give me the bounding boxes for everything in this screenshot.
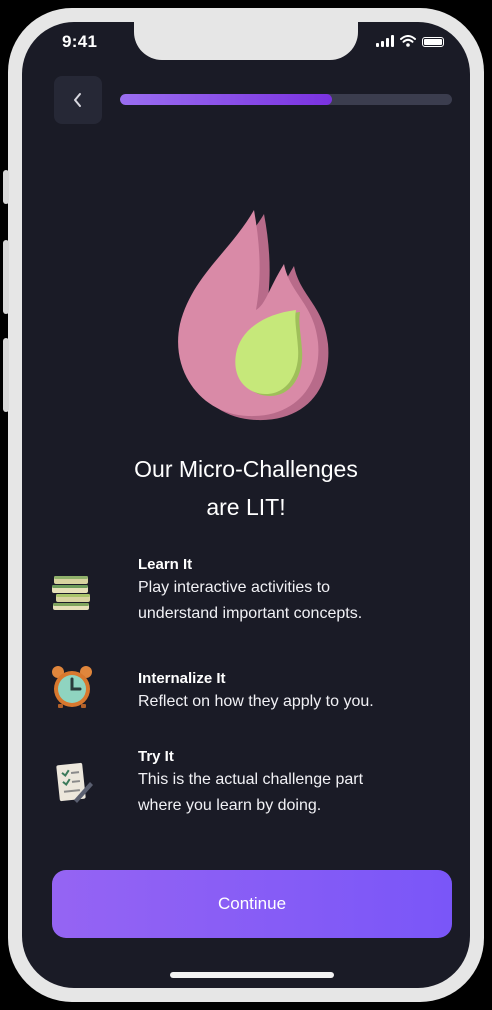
feature-title: Try It xyxy=(138,748,174,765)
battery-icon xyxy=(422,37,444,47)
feature-description-line-1: Reflect on how they apply to you. xyxy=(138,693,374,710)
wifi-icon xyxy=(400,35,416,47)
signal-icon xyxy=(376,35,394,47)
flame-icon xyxy=(178,210,329,421)
status-icons xyxy=(376,35,444,47)
home-indicator xyxy=(170,972,334,978)
continue-button[interactable]: Continue xyxy=(52,870,452,938)
notch xyxy=(134,22,358,60)
feature-description-line-1: Play interactive activities to xyxy=(138,579,331,596)
books-icon xyxy=(52,576,90,610)
title-line-2: are LIT! xyxy=(206,494,286,520)
checklist-icon xyxy=(56,762,93,803)
side-button-volume-up xyxy=(3,240,9,314)
feature-try-it: Try It This is the actual challenge part… xyxy=(138,747,458,819)
feature-description-line-2: understand important concepts. xyxy=(138,605,363,622)
feature-internalize-it: Internalize It Reflect on how they apply… xyxy=(138,669,458,715)
feature-title: Internalize It xyxy=(138,670,226,687)
alarm-clock-icon xyxy=(52,666,92,708)
feature-title: Learn It xyxy=(138,556,193,573)
feature-description-line-1: This is the actual challenge part xyxy=(138,771,364,788)
feature-learn-it: Learn It Play interactive activities to … xyxy=(138,555,458,627)
feature-description-line-2: where you learn by doing. xyxy=(138,797,322,814)
progress-fill xyxy=(120,94,333,105)
side-button-mute xyxy=(3,170,9,204)
side-button-volume-down xyxy=(3,338,9,412)
title-line-1: Our Micro-Challenges xyxy=(134,456,358,482)
progress-bar xyxy=(120,94,452,105)
status-time: 9:41 xyxy=(62,32,98,51)
app-screen: 9:41 Our Micro-Challenges are LIT! Learn… xyxy=(22,22,470,988)
chevron-left-icon xyxy=(74,93,81,107)
page-title: Our Micro-Challenges are LIT! xyxy=(22,450,470,526)
back-button[interactable] xyxy=(54,76,102,124)
